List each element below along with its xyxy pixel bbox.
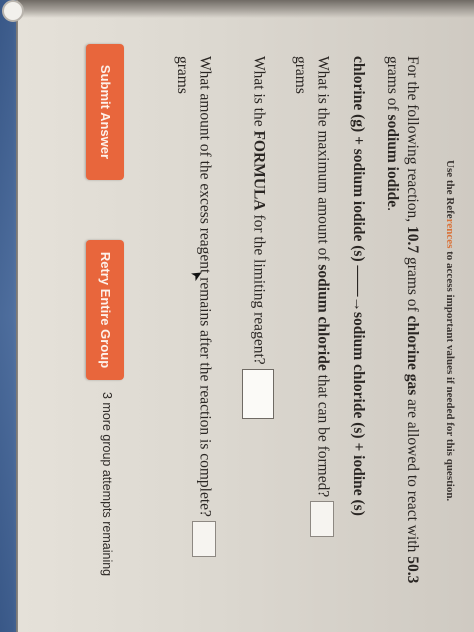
- sodium-iodide-label: sodium iodide: [384, 114, 401, 208]
- question-intro: For the following reaction, 10.7 grams o…: [384, 56, 421, 584]
- references-link[interactable]: rences: [444, 219, 456, 249]
- attempts-remaining: 3 more group attempts remaining: [100, 392, 114, 577]
- max-amount-unit: grams: [292, 56, 309, 94]
- reaction-equation: chlorine (g) + sodium iodide (s) ——→sodi…: [350, 56, 367, 516]
- reference-suffix: to access important values if needed for…: [444, 248, 456, 502]
- retry-entire-group-button[interactable]: Retry Entire Group: [86, 240, 124, 380]
- reference-prefix: Use the Refe: [444, 160, 456, 219]
- screenshot-frame: Use the References to access important v…: [0, 0, 474, 632]
- excess-amount-input[interactable]: [192, 520, 216, 557]
- limiting-reagent-input[interactable]: [242, 368, 274, 419]
- window-edge-stripe: [0, 0, 16, 632]
- excess-amount-unit: grams: [174, 56, 191, 94]
- question-limiting-reagent: What is the FORMULA for the limiting rea…: [242, 56, 274, 419]
- reference-line: Use the References to access important v…: [444, 160, 456, 501]
- max-amount-input[interactable]: [310, 501, 334, 538]
- chlorine-mass: 10.7: [404, 226, 421, 254]
- rotated-page: Use the References to access important v…: [24, 0, 464, 632]
- chlorine-gas-label: chlorine gas: [404, 315, 421, 396]
- sodium-iodide-mass: 50.3: [404, 556, 421, 584]
- question-panel: Use the References to access important v…: [24, 0, 464, 632]
- question-excess-remaining: What amount of the excess reagent remain…: [172, 56, 216, 557]
- corner-circle-icon: [2, 0, 24, 22]
- submit-answer-button[interactable]: Submit Answer: [86, 44, 124, 180]
- question-max-amount: What is the maximum amount of sodium chl…: [290, 56, 334, 538]
